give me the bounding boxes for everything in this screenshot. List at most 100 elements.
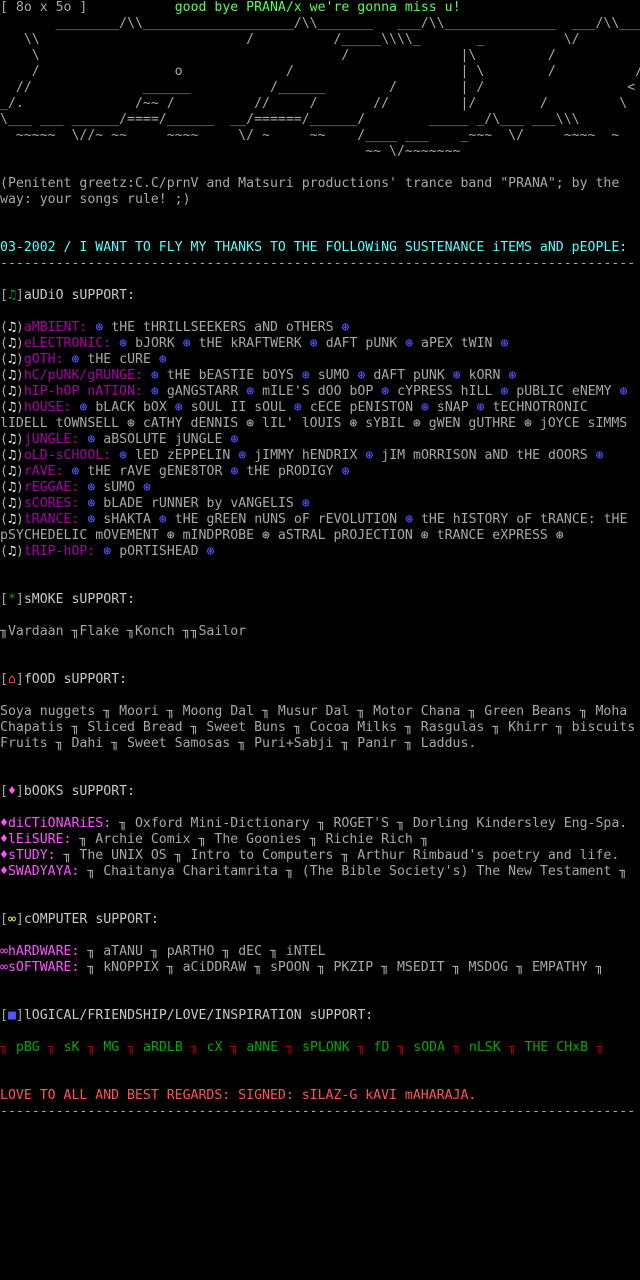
genre-label: hIP-hOP nATION: [23, 384, 143, 399]
bullet-icon: ⊛ [158, 512, 167, 527]
artist-name: gANGSTARR [166, 384, 239, 399]
bullet-icon: ⊛ [365, 448, 374, 463]
genre-label: gOTH: [23, 352, 64, 367]
audio-genre-row: (♫)jUNGLE: ⊛ aBSOLUTE jUNGLE ⊛ [0, 432, 239, 447]
bullet-icon: ⊛ [119, 448, 128, 463]
music-note-icon: ♫ [7, 320, 16, 335]
separator-glyph: ╖ [453, 1040, 461, 1055]
separator-glyph: ╖ [190, 1040, 199, 1055]
artist-name: tHE cURE [87, 352, 151, 367]
bullet-icon: ⊛ [158, 352, 167, 367]
music-note-icon: ♫ [7, 352, 16, 367]
audio-genre-row: (♫)oLD-sCHOOL: ⊛ lED zEPPELIN ⊛ jIMMY hE… [0, 448, 604, 463]
food-section-title: [⌂]fOOD sUPPORT: [0, 672, 128, 687]
bullet-icon: ⊛ [405, 512, 414, 527]
bullet-icon: ⊛ [71, 352, 80, 367]
bullet-icon: ⊛ [150, 368, 159, 383]
artist-name: tHE rAVE gENE8TOR [87, 464, 223, 479]
bullet-icon: ⊛ [595, 448, 604, 463]
artist-name: aPEX tWIN [421, 336, 493, 351]
bullet-icon: ⊛ [87, 496, 96, 511]
friend-name: aNNE [246, 1040, 279, 1055]
header-title: good bye PRANA/x we're gonna miss u! [174, 0, 461, 15]
bullet-icon: ⊛ [452, 368, 461, 383]
artist-name: sOUL II sOUL [190, 400, 286, 415]
bullet-icon: ⊛ [508, 368, 517, 383]
bullet-icon: ⊛ [150, 384, 159, 399]
bullet-icon: ⊛ [301, 368, 310, 383]
logical-names-list: ╖ pBG ╖ sK ╖ MG ╖ aRDLB ╖ cX ╖ aNNE ╖ sP… [0, 1040, 640, 1056]
artist-name: sUMO [317, 368, 350, 383]
artist-name: mILE'S dOO bOP [262, 384, 374, 399]
genre-label: tRIP-hOP: [23, 544, 96, 559]
music-note-icon: ♫ [7, 496, 16, 511]
books-item: ♦diCTiONARiES: ╖ Oxford Mini-Dictionary … [0, 816, 628, 831]
bullet-icon: ⊛ [357, 368, 366, 383]
bullet-icon: ⊛ [405, 336, 414, 351]
books-item: ♦sTUDY: ╖ The UNIX OS ╖ Intro to Compute… [0, 848, 620, 863]
audio-genre-row: (♫)eLECTRONIC: ⊛ bJORK ⊛ tHE kRAFTWERK ⊛… [0, 336, 509, 351]
audio-section-title: [♫]aUDiO sUPPORT: [0, 288, 136, 303]
friend-name: sODA [413, 1040, 446, 1055]
music-note-icon: ♫ [7, 448, 16, 463]
house-icon: ⌂ [7, 672, 16, 687]
genre-label: rAVE: [23, 464, 64, 479]
audio-genre-row: (♫)aMBIENT: ⊛ tHE tHRILLSEEKERS aND oTHE… [0, 320, 350, 335]
artist-name: dAFT pUNK [325, 336, 398, 351]
bullet-icon: ⊛ [381, 384, 390, 399]
artist-name: bLACK bOX [95, 400, 167, 415]
audio-genre-continuation: lIDELL tOWNSELL ⊛ cATHY dENNIS ⊛ lIL' lO… [0, 416, 628, 431]
bullet-icon: ⊛ [476, 400, 485, 415]
block-icon: ■ [7, 1008, 16, 1023]
header-line: [ 8o x 5o ] good bye PRANA/x we're gonna… [0, 0, 640, 16]
bullet-icon: ⊛ [103, 544, 112, 559]
artist-name: jIM mORRISON aND tHE dOORS [381, 448, 588, 463]
genre-label: sCORES: [23, 496, 80, 511]
audio-genre-continuation: pSYCHEDELIC mOVEMENT ⊛ mINDPROBE ⊛ aSTRA… [0, 528, 564, 543]
bullet-icon: ⊛ [500, 384, 509, 399]
thanks-heading: 03-2002 / I WANT TO FLY MY THANKS TO THE… [0, 240, 628, 255]
food-line: Fruits ╖ Dahi ╖ Sweet Samosas ╖ Puri+Sab… [0, 736, 477, 751]
genre-label: aMBIENT: [23, 320, 88, 335]
artist-name: tHE hISTORY oF tRANCE: tHE [420, 512, 628, 527]
bullet-icon: ⊛ [293, 400, 302, 415]
genre-label: hC/pUNK/gRUNGE: [23, 368, 143, 383]
books-item: ♦SWADYAYA: ╖ Chaitanya Charitamrita ╖ (T… [0, 864, 628, 879]
friend-name: cX [206, 1040, 223, 1055]
bullet-icon: ⊛ [87, 480, 96, 495]
friend-name: aRDLB [143, 1040, 183, 1055]
food-line: Chapatis ╖ Sliced Bread ╖ Sweet Buns ╖ C… [0, 720, 636, 735]
bullet-icon: ⊛ [79, 400, 88, 415]
audio-genre-row: (♫)hC/pUNK/gRUNGE: ⊛ tHE bEASTIE bOYS ⊛ … [0, 368, 517, 383]
bullet-icon: ⊛ [230, 432, 239, 447]
bullet-icon: ⊛ [143, 480, 151, 495]
audio-genre-row: (♫)gOTH: ⊛ tHE cURE ⊛ [0, 352, 167, 367]
books-section-title: [♦]bOOKS sUPPORT: [0, 784, 136, 799]
music-note-icon: ♫ [7, 288, 16, 303]
artist-name: tHE tHRILLSEEKERS aND oTHERS [111, 320, 334, 335]
bullet-icon: ⊛ [246, 384, 255, 399]
ascii-logo: ________/\\___________________/\\_______… [0, 16, 640, 159]
artist-name: sUMO [103, 480, 136, 495]
smoke-list: ╖Vardaan ╖Flake ╖Konch ╖╖Sailor [0, 624, 247, 639]
separator-bottom: ----------------------------------------… [0, 1104, 636, 1119]
smoke-section-title: [*]sMOKE sUPPORT: [0, 592, 136, 607]
music-note-icon: ♫ [7, 368, 16, 383]
greetz-line-2: way: your songs rule! ;) [0, 192, 191, 207]
music-note-icon: ♫ [7, 480, 16, 495]
artist-name: lED zEPPELIN [135, 448, 231, 463]
separator-glyph: ╖ [286, 1040, 295, 1055]
computer-item: ∞sOFTWARE: ╖ kNOPPIX ╖ aCiDDRAW ╖ sPOON … [0, 960, 604, 975]
artist-name: cYPRESS hILL [397, 384, 493, 399]
separator-glyph: ╖ [0, 1040, 8, 1055]
infinity-icon: ∞ [7, 912, 16, 927]
bullet-icon: ⊛ [238, 448, 247, 463]
music-note-icon: ♫ [7, 400, 16, 415]
separator-glyph: ╖ [596, 1040, 604, 1055]
bullet-icon: ⊛ [87, 512, 96, 527]
asterisk-icon: * [7, 592, 16, 607]
bullet-icon: ⊛ [619, 384, 628, 399]
artist-name: cECE pENISTON [309, 400, 414, 415]
signoff-line: LOVE TO ALL AND BEST REGARDS: SIGNED: sI… [0, 1088, 477, 1103]
friend-name: fD [373, 1040, 390, 1055]
